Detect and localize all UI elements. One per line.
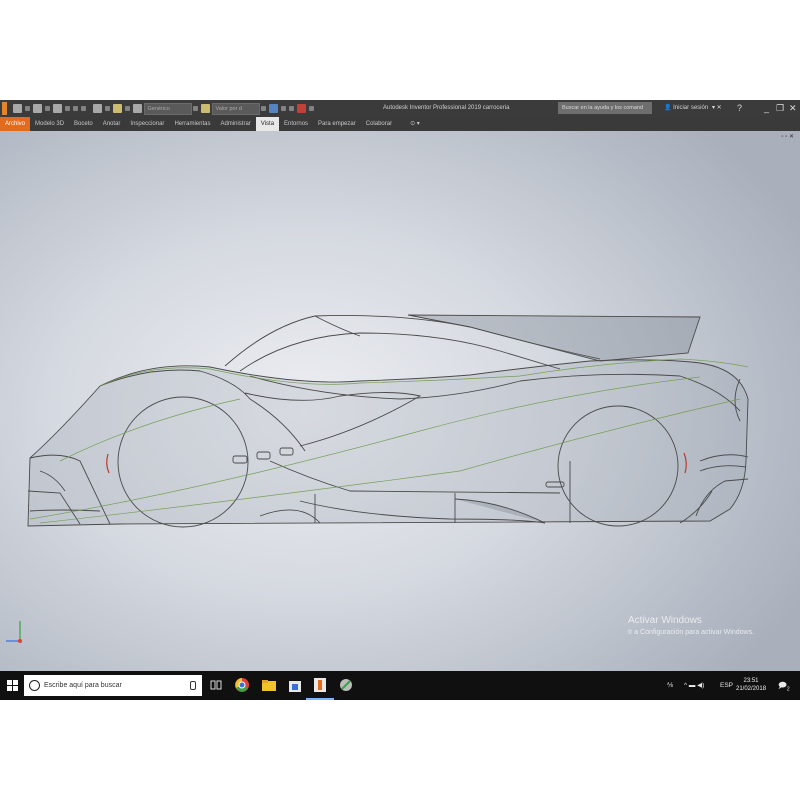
help-icon[interactable]: ? — [737, 100, 742, 117]
user-icon: 👤 — [664, 105, 674, 111]
ribbon-options-icon[interactable]: ⊙ ▾ — [405, 117, 425, 131]
minimize-button[interactable]: _ — [764, 100, 769, 117]
home-icon[interactable] — [93, 104, 102, 113]
notifications-icon[interactable]: 🗩2 — [778, 671, 790, 700]
tab-boceto[interactable]: Boceto — [69, 117, 98, 131]
tab-administrar[interactable]: Administrar — [215, 117, 255, 131]
taskbar-search-input[interactable]: Escribe aquí para buscar — [24, 675, 202, 696]
open-folder-icon[interactable] — [32, 104, 42, 113]
appearance-sphere-icon[interactable] — [201, 104, 210, 113]
help-search-input[interactable]: Buscar en la ayuda y los comand — [558, 102, 652, 114]
clear-icon[interactable] — [281, 106, 286, 111]
tab-anotar[interactable]: Anotar — [98, 117, 126, 131]
new-file-icon[interactable] — [12, 104, 22, 113]
ribbon-tabs: Archivo Modelo 3D Boceto Anotar Inspecci… — [0, 117, 800, 131]
adjust-icon[interactable] — [269, 104, 278, 113]
plus-icon[interactable] — [297, 104, 306, 113]
tab-archivo[interactable]: Archivo — [0, 117, 31, 131]
dropdown-icon[interactable] — [44, 106, 50, 111]
3d-icon[interactable] — [105, 106, 110, 111]
search-placeholder: Escribe aquí para buscar — [44, 682, 122, 689]
chrome-icon[interactable] — [234, 677, 250, 693]
watermark-title: Activar Windows — [628, 615, 702, 626]
tray-icons[interactable]: ^ ▬ ◀) — [684, 671, 704, 700]
screen: Genérico Valor por d Autodesk Inventor P… — [0, 100, 800, 700]
exchange-icon[interactable]: ▾ ✕ — [712, 100, 722, 117]
task-view-icon[interactable] — [208, 677, 224, 693]
inventor-taskbar-icon[interactable] — [312, 677, 328, 693]
watermark-subtitle: Ir a Configuración para activar Windows. — [628, 629, 755, 636]
tab-entornos[interactable]: Entornos — [279, 117, 313, 131]
close-button[interactable]: ✕ — [789, 100, 797, 117]
tab-para-empezar[interactable]: Para empezar — [313, 117, 361, 131]
car-body-model[interactable] — [0, 131, 800, 671]
cortana-icon — [29, 680, 40, 691]
tab-inspeccionar[interactable]: Inspeccionar — [125, 117, 169, 131]
windows-taskbar: Escribe aquí para buscar ⅍ ^ ▬ ◀) ESP 23… — [0, 671, 800, 700]
window-title: Autodesk Inventor Professional 2019 carr… — [383, 105, 510, 111]
quick-access-toolbar: Genérico Valor por d — [2, 100, 316, 117]
save-icon[interactable] — [52, 104, 62, 113]
properties-icon[interactable] — [133, 104, 142, 113]
people-icon[interactable]: ⅍ — [667, 671, 673, 700]
dropdown-icon[interactable] — [261, 106, 266, 111]
material-select[interactable]: Genérico — [143, 102, 192, 115]
select-icon[interactable] — [125, 106, 130, 111]
tab-colaborar[interactable]: Colaborar — [361, 117, 397, 131]
formula-icon[interactable] — [289, 106, 294, 111]
tab-vista[interactable]: Vista — [255, 117, 280, 131]
active-app-indicator — [306, 698, 334, 700]
dropdown-icon[interactable] — [80, 106, 86, 111]
dropdown-icon[interactable] — [193, 106, 198, 111]
file-explorer-icon[interactable] — [261, 677, 277, 693]
customize-icon[interactable] — [309, 106, 314, 111]
graphics-viewport[interactable]: ▫ ▫ ✕ Activar Windows Ir a Configuración… — [0, 131, 800, 671]
windows-start-icon[interactable] — [7, 680, 18, 691]
inventor-logo-icon[interactable] — [2, 102, 7, 115]
title-bar: Genérico Valor por d Autodesk Inventor P… — [0, 100, 800, 117]
sign-in-button[interactable]: 👤 Iniciar sesión — [664, 100, 708, 117]
redo-icon[interactable] — [72, 106, 78, 111]
activate-windows-watermark: Activar Windows Ir a Configuración para … — [628, 615, 754, 636]
tab-modelo-3d[interactable]: Modelo 3D — [30, 117, 69, 131]
tab-herramientas[interactable]: Herramientas — [169, 117, 215, 131]
notification-count: 2 — [786, 686, 790, 693]
sign-in-label: Iniciar sesión — [673, 105, 709, 111]
axis-triad-icon — [6, 621, 22, 643]
clock-time: 23:51 — [743, 678, 759, 684]
restore-button[interactable]: ❐ — [776, 100, 784, 117]
undo-icon[interactable] — [64, 106, 70, 111]
system-clock[interactable]: 23:51 21/02/2018 — [736, 677, 766, 693]
language-indicator[interactable]: ESP — [720, 671, 733, 700]
update-icon[interactable] — [113, 104, 122, 113]
dropdown-icon[interactable] — [24, 106, 30, 111]
microphone-icon[interactable] — [190, 681, 196, 690]
app-icon[interactable] — [338, 677, 354, 693]
store-icon[interactable] — [287, 677, 303, 693]
clock-date: 21/02/2018 — [736, 686, 767, 692]
appearance-select[interactable]: Valor por d — [211, 102, 260, 115]
